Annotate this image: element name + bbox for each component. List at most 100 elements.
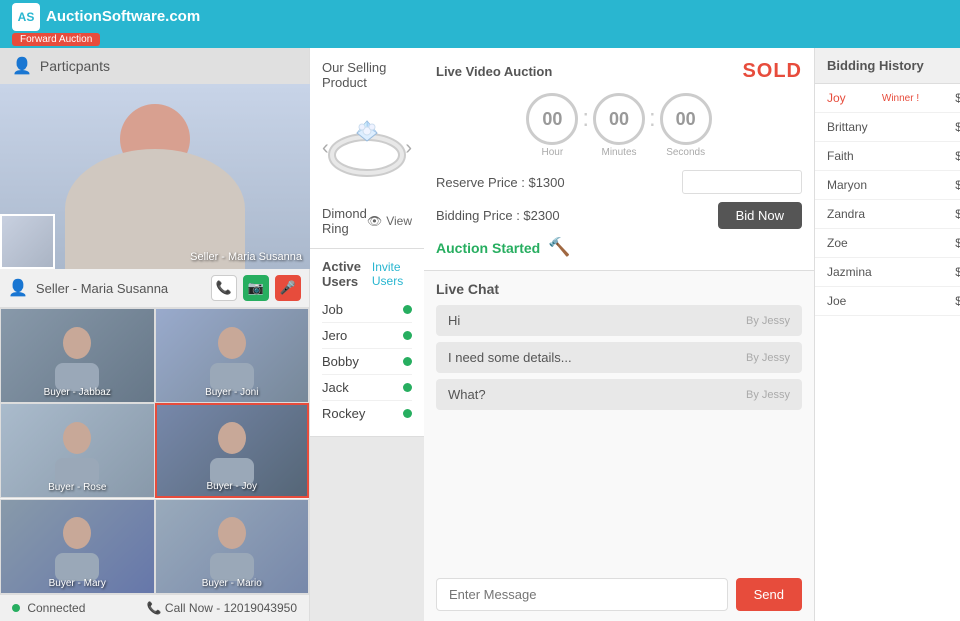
chat-sender: By Jessy	[746, 352, 790, 364]
bid-name: Zandra	[827, 207, 865, 221]
seller-person-icon: 👤	[8, 278, 28, 298]
user-name: Job	[322, 302, 343, 317]
reserve-price-label: Reserve Price : $1300	[436, 175, 565, 190]
bidding-history-header: Bidding History	[815, 48, 960, 84]
call-now: 📞 Call Now - 12019043950	[147, 601, 297, 615]
video-auction-title: Live Video Auction	[436, 64, 552, 79]
timer-colon-2: :	[649, 105, 656, 133]
user-row: Job	[322, 297, 412, 323]
bid-amount: $600	[955, 265, 960, 279]
chat-input[interactable]	[436, 578, 728, 611]
chat-text: Hi	[448, 313, 460, 328]
reserve-price-row: Reserve Price : $1300	[436, 170, 802, 194]
chat-messages: Hi By Jessy I need some details... By Jessy…	[436, 305, 802, 570]
chat-text: I need some details...	[448, 350, 572, 365]
bid-row-item: Zoe$600	[815, 229, 960, 258]
sold-badge: SOLD	[742, 60, 802, 83]
connected-bar: Connected 📞 Call Now - 12019043950	[0, 594, 309, 621]
phone-icon[interactable]: 📞	[211, 275, 237, 301]
bid-row-item: Faith $900	[815, 142, 960, 171]
bid-price-label: Bidding Price : $2300	[436, 208, 560, 223]
user-name: Bobby	[322, 354, 359, 369]
bid-now-button[interactable]: Bid Now	[718, 202, 802, 229]
view-button[interactable]: 👁 View	[367, 214, 412, 228]
bids-list: JoyWinner !$800Brittany$800Faith$900Mary…	[815, 84, 960, 316]
bid-row-item: Brittany$800	[815, 113, 960, 142]
bid-amount: $900	[955, 149, 960, 163]
bid-name: Joy	[827, 91, 846, 105]
seller-thumb-inner	[2, 216, 53, 267]
video-icon[interactable]: 📷	[243, 275, 269, 301]
hammer-icon: 🔨	[548, 237, 570, 258]
product-image-area: ‹	[322, 98, 412, 198]
seller-label: Seller - Maria Susanna	[190, 251, 302, 263]
user-row: Rockey	[322, 401, 412, 426]
chat-bubble: I need some details... By Jessy	[436, 342, 802, 373]
bid-name: Faith	[827, 149, 854, 163]
timer-hour-label: Hour	[541, 147, 563, 158]
bid-amount: $600	[955, 236, 960, 250]
buyer-label: Buyer - Jabbaz	[44, 387, 111, 398]
participants-header: 👤 Particpants	[0, 48, 309, 84]
ring-svg	[322, 113, 412, 183]
user-online-dot	[403, 409, 412, 418]
buyer-cell[interactable]: Buyer - Joy	[155, 403, 310, 498]
auction-started-row: Auction Started 🔨	[436, 237, 802, 258]
bid-winner-label: Winner !	[882, 93, 919, 104]
timer-colon-1: :	[582, 105, 589, 133]
user-online-dot	[403, 305, 412, 314]
buyer-cell[interactable]: Buyer - Rose	[0, 403, 155, 498]
chat-bubble: What? By Jessy	[436, 379, 802, 410]
buyer-label: Buyer - Mary	[49, 578, 106, 589]
chat-input-bar: Send	[436, 578, 802, 611]
user-online-dot	[403, 331, 412, 340]
middle-right: Our Selling Product ‹	[310, 48, 424, 621]
user-row: Jack	[322, 375, 412, 401]
timer-seconds-circle: 00	[660, 93, 712, 145]
invite-users-link[interactable]: Invite Users	[372, 260, 412, 288]
bidding-history-panel: Bidding History JoyWinner !$800Brittany$…	[814, 48, 960, 621]
buyer-cell[interactable]: Buyer - Joni	[155, 308, 310, 403]
user-name: Jero	[322, 328, 347, 343]
bid-row-item: Jazmina$600	[815, 258, 960, 287]
reserve-price-input[interactable]	[682, 170, 802, 194]
active-users-panel: Active Users Invite Users Job Jero Bobby Ja…	[310, 249, 424, 437]
eye-icon: 👁	[367, 214, 382, 228]
buyer-label: Buyer - Joni	[205, 387, 258, 398]
user-name: Jack	[322, 380, 349, 395]
bid-row-item: JoyWinner !$800	[815, 84, 960, 113]
product-prev-btn[interactable]: ‹	[322, 137, 329, 160]
participants-title: Particpants	[40, 58, 110, 74]
header: AS AuctionSoftware.com Forward Auction	[0, 0, 960, 48]
auction-started-text: Auction Started	[436, 240, 540, 256]
send-button[interactable]: Send	[736, 578, 802, 611]
active-users-title: Active Users	[322, 259, 372, 289]
user-online-dot	[403, 383, 412, 392]
buyer-cell[interactable]: Buyer - Mary	[0, 499, 155, 594]
timer-minutes-circle: 00	[593, 93, 645, 145]
buyer-label: Buyer - Joy	[206, 481, 257, 492]
bid-amount: $300	[955, 207, 960, 221]
buyer-label: Buyer - Mario	[202, 578, 262, 589]
buyer-cell[interactable]: Buyer - Jabbaz	[0, 308, 155, 403]
buyer-cell[interactable]: Buyer - Mario	[155, 499, 310, 594]
seller-video: Seller - Maria Susanna	[0, 84, 310, 269]
timer-hour: 00 Hour	[526, 93, 578, 158]
mic-icon[interactable]: 🎤	[275, 275, 301, 301]
bid-name: Joe	[827, 294, 846, 308]
chat-sender: By Jessy	[746, 315, 790, 327]
main-layout: 👤 Particpants Seller - Maria Susanna 👤 S…	[0, 48, 960, 621]
connected-status: Connected	[12, 601, 85, 615]
bid-amount: $400	[955, 294, 960, 308]
chat-sender: By Jessy	[746, 389, 790, 401]
product-ring	[322, 108, 412, 188]
product-next-btn[interactable]: ›	[405, 137, 412, 160]
timer-minutes: 00 Minutes	[593, 93, 645, 158]
bid-price-row: Bidding Price : $2300 Bid Now	[436, 202, 802, 229]
chat-text: What?	[448, 387, 486, 402]
timer-hour-circle: 00	[526, 93, 578, 145]
chat-bubble: Hi By Jessy	[436, 305, 802, 336]
right-col: Our Selling Product ‹	[310, 48, 960, 621]
logo-icon: AS	[12, 3, 40, 31]
live-chat-panel: Live Chat HiBy JessyI need some details.…	[424, 271, 814, 621]
